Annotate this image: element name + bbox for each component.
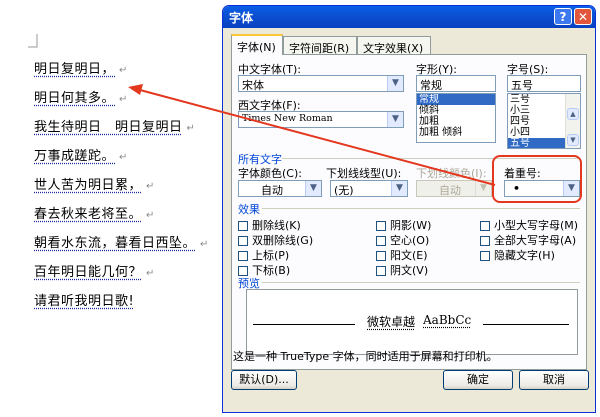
- annotation-arrow: [128, 84, 496, 186]
- tab-font[interactable]: 字体(N): [231, 34, 283, 55]
- arrow-line: [139, 89, 496, 186]
- arrow-head-icon: [128, 84, 143, 95]
